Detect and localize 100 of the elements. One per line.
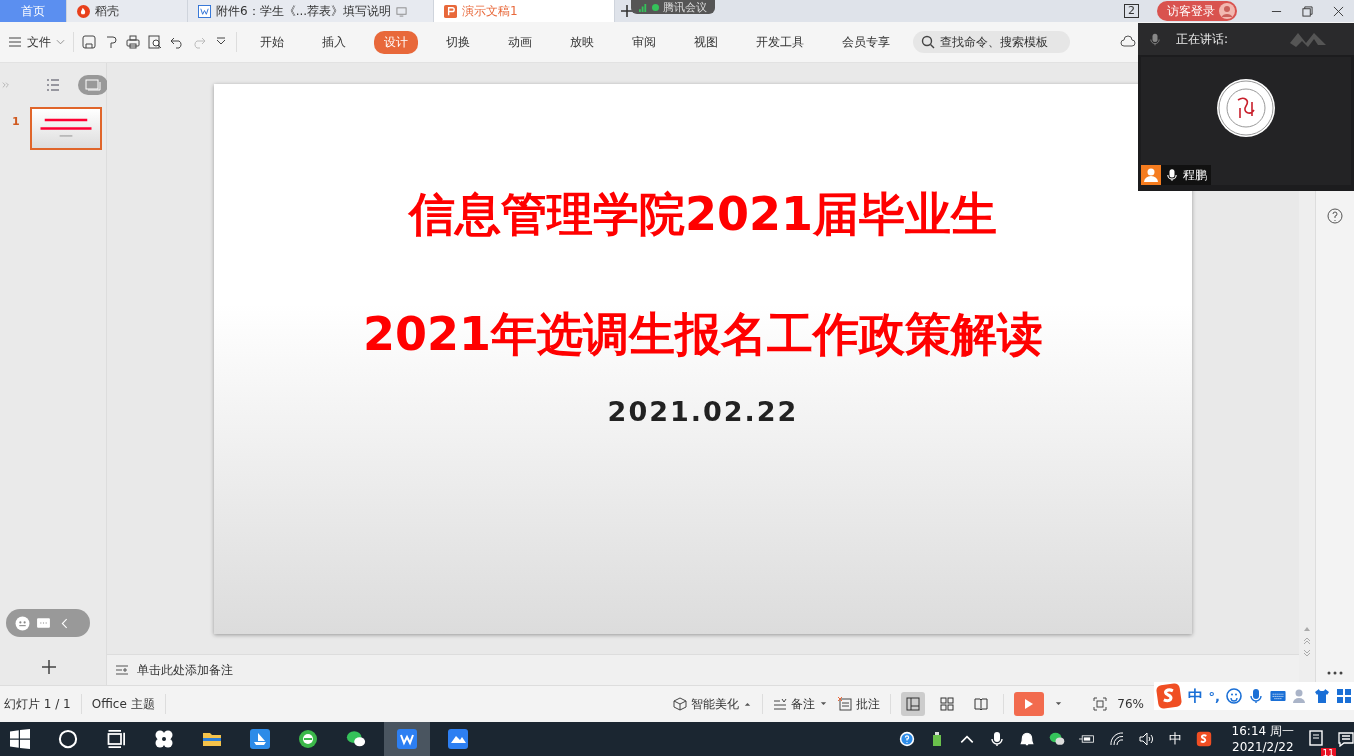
add-slide-icon[interactable]: [41, 659, 57, 675]
normal-view-button[interactable]: [901, 692, 926, 716]
slide-date: 2021.02.22: [607, 396, 799, 427]
microphone-icon[interactable]: [988, 731, 1005, 747]
search-circle-icon[interactable]: [58, 729, 78, 749]
document-list-icon[interactable]: [1308, 729, 1324, 746]
caret-icon: [819, 701, 829, 707]
undo-icon[interactable]: [170, 35, 184, 49]
add-tab-icon[interactable]: [621, 5, 633, 17]
slide-title: 信息管理学院2021届毕业生: [409, 186, 997, 243]
windows-start-icon[interactable]: [10, 729, 30, 749]
chat-bubbles-icon[interactable]: [1048, 731, 1065, 747]
help-badge-icon[interactable]: [898, 731, 915, 747]
file-menu[interactable]: 文件: [8, 33, 65, 51]
login-button[interactable]: 访客登录: [1157, 1, 1237, 21]
presentation-icon: [444, 4, 457, 18]
fit-window-icon[interactable]: [1093, 697, 1108, 711]
notes-icon: [773, 697, 788, 711]
speaking-label: 正在讲话:: [1176, 30, 1229, 48]
clock-date: 2021/2/22: [1232, 739, 1294, 755]
slides-icon: [85, 79, 101, 91]
sogou-icon[interactable]: [1195, 731, 1212, 747]
ribbon-tab[interactable]: 放映: [560, 30, 604, 54]
ribbon-tab[interactable]: 动画: [498, 30, 542, 54]
clock-time: 16:14 周一: [1231, 723, 1294, 739]
grid-icon[interactable]: [1336, 688, 1352, 704]
signal-icon: [639, 2, 648, 12]
notification-count: 11: [1320, 747, 1336, 756]
cube-icon: [673, 697, 688, 711]
search-icon: [921, 35, 935, 49]
book-icon: [974, 697, 989, 711]
input-language[interactable]: 中: [1168, 730, 1182, 748]
ribbon-tab[interactable]: 会员专享: [832, 30, 900, 54]
microphone-icon: [1167, 168, 1177, 182]
grid-icon: [940, 697, 955, 711]
pinwheel-icon[interactable]: [154, 729, 174, 749]
caret-icon[interactable]: [1054, 701, 1064, 707]
search-field[interactable]: 查找命令、搜索模板: [913, 31, 1070, 53]
smiley-icon[interactable]: [1226, 688, 1242, 704]
slide-count: 幻灯片 1 / 1: [4, 695, 71, 713]
bell-icon[interactable]: [1018, 731, 1035, 747]
action-center-icon[interactable]: [1338, 731, 1354, 747]
shirt-icon[interactable]: [1314, 688, 1330, 704]
speaker-icon[interactable]: [1138, 731, 1155, 747]
restore-icon[interactable]: [1302, 5, 1313, 17]
browser-icon[interactable]: [298, 729, 318, 749]
list-icon: [45, 78, 60, 92]
theme-name: Office 主题: [91, 695, 155, 713]
emoji-icon[interactable]: [15, 615, 30, 631]
ribbon-tab[interactable]: 插入: [312, 30, 356, 54]
caret-icon: [56, 39, 65, 45]
ribbon-tab[interactable]: 视图: [684, 30, 728, 54]
play-icon: [1024, 698, 1035, 710]
document-tab[interactable]: 附件6：学生《...荐表》填写说明: [188, 0, 434, 22]
print-icon[interactable]: [126, 35, 140, 49]
comment-icon: [838, 697, 853, 711]
ribbon-tab[interactable]: 开始: [250, 30, 294, 54]
zoom-level[interactable]: 76%: [1117, 697, 1144, 711]
slide-number: 1: [12, 115, 20, 128]
ribbon-tab[interactable]: 开发工具: [746, 30, 814, 54]
print-preview-icon[interactable]: [148, 35, 162, 49]
meeting-app-icon[interactable]: [448, 729, 468, 749]
window-count[interactable]: 2: [1124, 4, 1139, 18]
beautify-button[interactable]: 智能美化: [673, 695, 753, 713]
slides-view-toggle[interactable]: [78, 75, 108, 95]
more-icon[interactable]: [1327, 671, 1343, 675]
document-icon: [198, 4, 211, 18]
person-icon: [1141, 165, 1161, 185]
slide-title: 2021年选调生报名工作政策解读: [363, 306, 1043, 363]
flame-icon: [77, 4, 90, 18]
notes-icon: [115, 663, 129, 677]
notes-button[interactable]: 备注: [773, 695, 829, 713]
slide-thumbnail[interactable]: [29, 107, 102, 150]
input-mode[interactable]: 中: [1187, 686, 1203, 706]
office-app-icon: [397, 729, 417, 749]
save-icon[interactable]: [82, 35, 96, 49]
punctuation-mode[interactable]: °,: [1208, 688, 1220, 704]
ribbon-tab[interactable]: 切换: [436, 30, 480, 54]
chat-bubbles-icon[interactable]: [346, 729, 366, 749]
boat-app-icon[interactable]: [250, 729, 270, 749]
normal-view-icon: [906, 697, 921, 711]
menu-icon: [8, 35, 22, 49]
avatar-icon: [1219, 3, 1235, 19]
cloud-icon[interactable]: [1120, 35, 1136, 49]
wifi-icon[interactable]: [1108, 731, 1125, 747]
chat-icon[interactable]: [36, 615, 51, 631]
active-app[interactable]: [384, 722, 430, 756]
play-button[interactable]: [1014, 692, 1045, 716]
keyboard-icon[interactable]: [1270, 688, 1286, 704]
help-icon[interactable]: [1327, 208, 1343, 224]
comments-button[interactable]: 批注: [838, 695, 881, 713]
status-dot-icon: [652, 3, 659, 11]
clock[interactable]: 16:14 周一 2021/2/22: [1231, 723, 1294, 755]
ribbon-tab[interactable]: 审阅: [622, 30, 666, 54]
close-icon[interactable]: [1333, 5, 1344, 17]
seal-icon: [1216, 78, 1276, 138]
task-view-icon[interactable]: [106, 729, 126, 749]
participant-name: 程鹏: [1183, 166, 1207, 184]
document-tab[interactable]: 稻壳: [67, 0, 188, 22]
meeting-pill[interactable]: 腾讯会议: [631, 0, 715, 14]
